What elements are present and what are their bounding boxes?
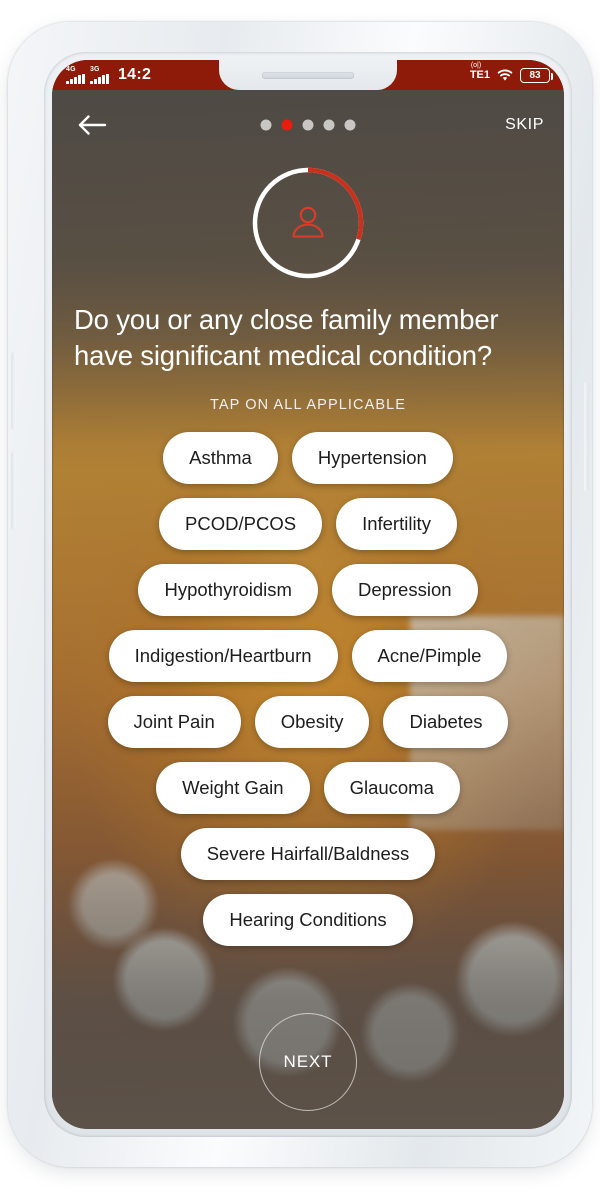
- condition-chip[interactable]: Weight Gain: [156, 762, 310, 814]
- power-button[interactable]: [584, 382, 589, 492]
- chip-row: Hearing Conditions: [62, 894, 554, 946]
- condition-chip[interactable]: Severe Hairfall/Baldness: [180, 828, 436, 880]
- volume-up-button[interactable]: [11, 352, 16, 430]
- signal-4g: 4G: [66, 66, 85, 84]
- signal-4g-label: 4G: [66, 66, 76, 73]
- condition-chip[interactable]: Diabetes: [383, 696, 509, 748]
- condition-chip[interactable]: Hypertension: [291, 432, 453, 484]
- chip-row: Joint Pain Obesity Diabetes: [62, 696, 554, 748]
- battery-indicator: 83: [520, 67, 553, 83]
- chip-row: PCOD/PCOS Infertility: [62, 498, 554, 550]
- earpiece-speaker: [262, 71, 354, 79]
- wifi-icon: [496, 68, 514, 82]
- pager-dots: [260, 119, 356, 131]
- volte-carrier-label: (o|) TE1: [469, 62, 490, 81]
- page-title: Do you or any close family member have s…: [74, 304, 499, 372]
- condition-chip[interactable]: Infertility: [336, 498, 457, 550]
- chip-row: Asthma Hypertension: [62, 432, 554, 484]
- avatar-progress-ring: [249, 164, 367, 282]
- condition-chip[interactable]: Hypothyroidism: [138, 564, 318, 616]
- chip-row: Indigestion/Heartburn Acne/Pimple: [62, 630, 554, 682]
- carrier-label: TE1: [469, 69, 490, 81]
- condition-chip[interactable]: PCOD/PCOS: [159, 498, 323, 550]
- condition-chip[interactable]: Joint Pain: [107, 696, 241, 748]
- app-header: SKIP: [52, 90, 564, 160]
- question-block: Do you or any close family member have s…: [52, 302, 564, 413]
- status-bar-left: 4G 3G 14:2: [66, 66, 151, 84]
- chip-row: Weight Gain Glaucoma: [62, 762, 554, 814]
- next-button[interactable]: NEXT: [259, 1013, 357, 1111]
- back-arrow-icon: [78, 115, 107, 135]
- condition-chip[interactable]: Indigestion/Heartburn: [108, 630, 338, 682]
- person-icon: [292, 206, 324, 238]
- chip-row: Hypothyroidism Depression: [62, 564, 554, 616]
- status-bar-clock: 14:2: [117, 66, 152, 83]
- condition-chip[interactable]: Depression: [331, 564, 478, 616]
- signal-3g-label: 3G: [89, 66, 100, 73]
- condition-chip[interactable]: Obesity: [254, 696, 370, 748]
- pager-dot-4[interactable]: [323, 119, 335, 131]
- signal-bars-icon: [66, 74, 85, 84]
- signal-3g: 3G: [89, 66, 109, 84]
- condition-chip[interactable]: Glaucoma: [323, 762, 460, 814]
- status-bar-right: (o|) TE1 83: [469, 62, 553, 83]
- condition-chip[interactable]: Acne/Pimple: [351, 630, 508, 682]
- question-subtitle: TAP ON ALL APPLICABLE: [209, 396, 407, 413]
- pager-dot-1[interactable]: [260, 119, 272, 131]
- condition-chip[interactable]: Asthma: [163, 432, 278, 484]
- skip-button[interactable]: SKIP: [505, 116, 544, 134]
- pager-dot-2[interactable]: [281, 119, 293, 131]
- volume-down-button[interactable]: [11, 452, 16, 530]
- condition-chip[interactable]: Hearing Conditions: [203, 894, 413, 946]
- chip-row: Severe Hairfall/Baldness: [62, 828, 554, 880]
- phone-frame: 4G 3G 14:2 (o|) TE1 83 SKIP Do you or an…: [8, 22, 592, 1167]
- phone-notch: [219, 60, 397, 90]
- phone-screen: 4G 3G 14:2 (o|) TE1 83 SKIP Do you or an…: [52, 60, 564, 1129]
- pager-dot-5[interactable]: [344, 119, 356, 131]
- back-button[interactable]: [72, 105, 112, 145]
- pager-dot-3[interactable]: [302, 119, 314, 131]
- condition-chips-area: Asthma Hypertension PCOD/PCOS Infertility Hy…: [52, 432, 564, 960]
- signal-bars-icon-2: [89, 74, 109, 84]
- volte-icon: (o|): [470, 62, 482, 69]
